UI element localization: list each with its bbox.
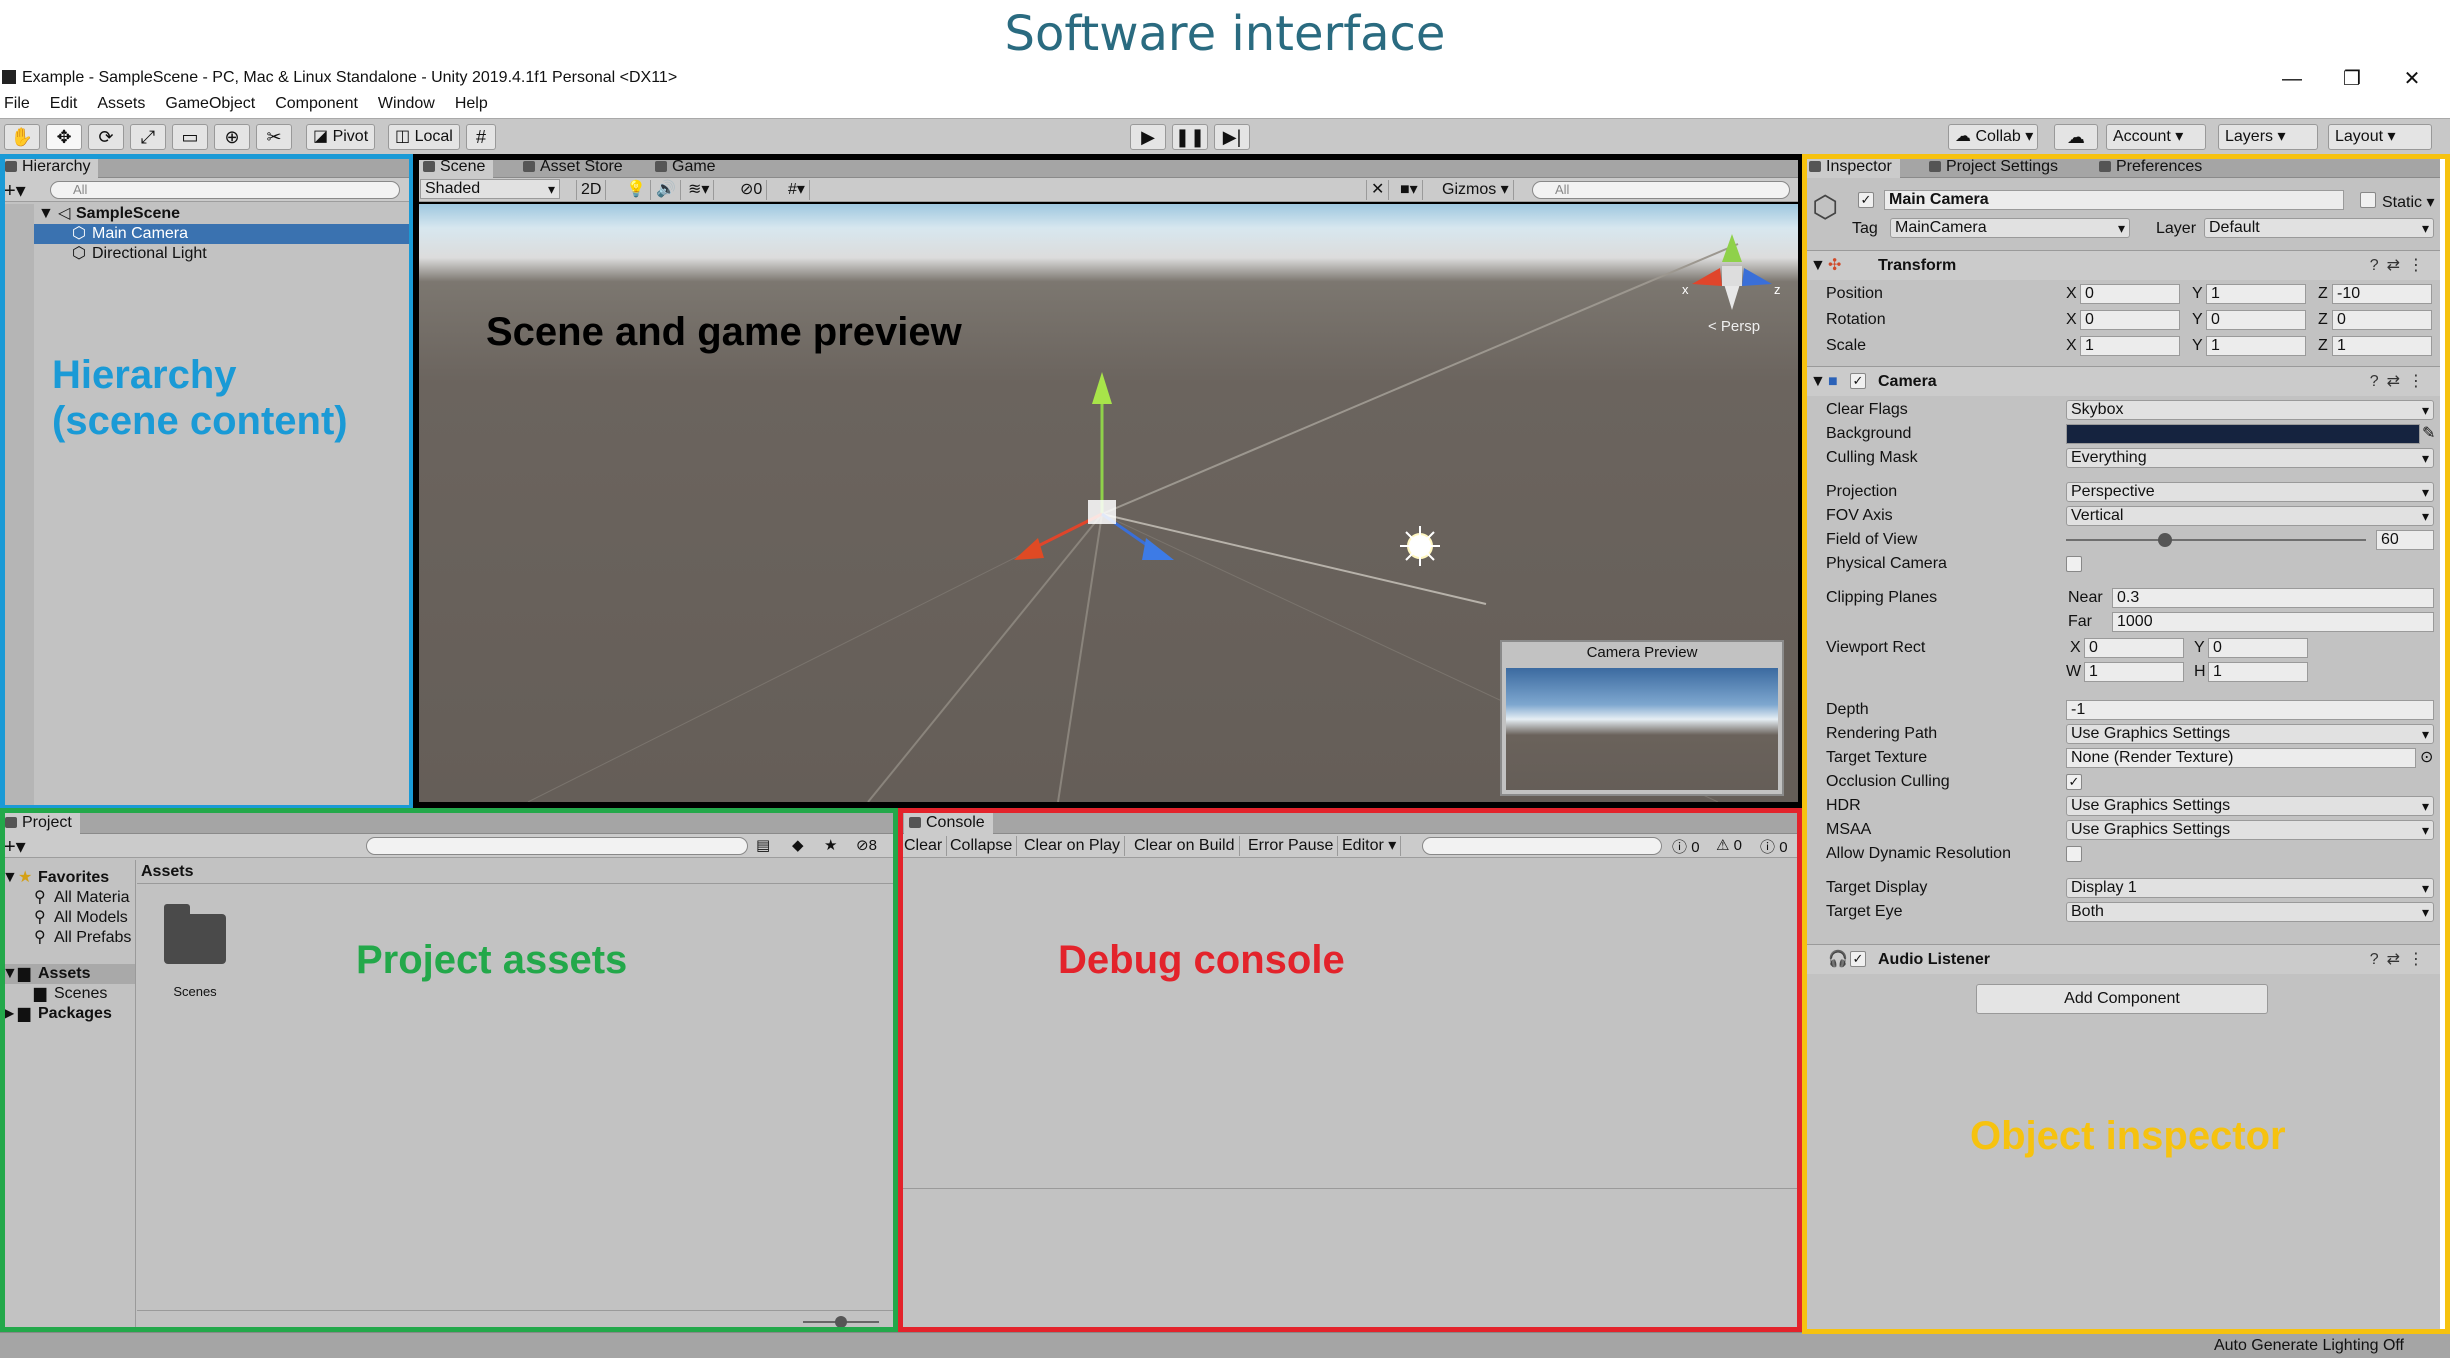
- pivot-label: Pivot: [332, 128, 369, 145]
- hierarchy-annotation: Hierarchy (scene content): [52, 353, 348, 443]
- unity-logo-icon: [2, 70, 16, 84]
- layout-dropdown[interactable]: Layout ▾: [2328, 124, 2432, 150]
- transform-tool-icon[interactable]: ⊕: [214, 124, 250, 150]
- menu-edit[interactable]: Edit: [46, 92, 84, 113]
- console-annotation: Debug console: [1058, 938, 1345, 982]
- figure-heading: Software interface: [1004, 6, 1446, 62]
- move-tool-icon[interactable]: ✥: [46, 124, 82, 150]
- menu-component[interactable]: Component: [271, 92, 364, 113]
- play-button[interactable]: ▶: [1130, 124, 1166, 150]
- window-titlebar: Example - SampleScene - PC, Mac & Linux …: [0, 66, 2450, 92]
- maximize-button[interactable]: ❐: [2322, 66, 2382, 92]
- close-button[interactable]: ✕: [2382, 66, 2442, 92]
- hand-tool-icon[interactable]: ✋: [4, 124, 40, 150]
- layers-label: Layers: [2225, 128, 2274, 145]
- main-toolbar: ✋ ✥ ⟳ ⤢ ▭ ⊕ ✂ ◪ Pivot ◫ Local # ▶ ❚❚ ▶| …: [0, 118, 2450, 156]
- hierarchy-outline: [0, 154, 414, 810]
- scene-outline: [413, 154, 1805, 810]
- account-dropdown[interactable]: Account ▾: [2106, 124, 2206, 150]
- rotate-tool-icon[interactable]: ⟳: [88, 124, 124, 150]
- console-outline: [898, 808, 1802, 1332]
- pivot-toggle[interactable]: ◪ Pivot: [306, 124, 376, 150]
- project-outline: [0, 808, 898, 1332]
- custom-tool-icon[interactable]: ✂: [256, 124, 292, 150]
- menu-gameobject[interactable]: GameObject: [161, 92, 261, 113]
- menu-help[interactable]: Help: [451, 92, 494, 113]
- menu-bar: File Edit Assets GameObject Component Window H…: [0, 92, 2450, 116]
- collab-button[interactable]: ☁ Collab ▾: [1948, 124, 2038, 150]
- project-annotation: Project assets: [356, 938, 628, 982]
- layers-dropdown[interactable]: Layers ▾: [2218, 124, 2318, 150]
- menu-assets[interactable]: Assets: [93, 92, 151, 113]
- pause-button[interactable]: ❚❚: [1172, 124, 1208, 150]
- scene-annotation: Scene and game preview: [486, 310, 962, 354]
- window-title: Example - SampleScene - PC, Mac & Linux …: [22, 69, 678, 86]
- scale-tool-icon[interactable]: ⤢: [130, 124, 166, 150]
- account-label: Account: [2113, 128, 2171, 145]
- minimize-button[interactable]: —: [2262, 66, 2322, 92]
- rect-tool-icon[interactable]: ▭: [172, 124, 208, 150]
- status-bar: Auto Generate Lighting Off: [0, 1332, 2450, 1358]
- cloud-icon[interactable]: ☁: [2054, 124, 2098, 150]
- menu-file[interactable]: File: [0, 92, 36, 113]
- local-toggle[interactable]: ◫ Local: [388, 124, 460, 150]
- local-label: Local: [414, 128, 453, 145]
- layout-label: Layout: [2335, 128, 2384, 145]
- inspector-annotation: Object inspector: [1970, 1114, 2286, 1158]
- grid-snap-icon[interactable]: #: [466, 124, 496, 150]
- menu-window[interactable]: Window: [374, 92, 441, 113]
- status-text[interactable]: Auto Generate Lighting Off: [2214, 1337, 2404, 1355]
- step-button[interactable]: ▶|: [1214, 124, 1250, 150]
- collab-label: Collab: [1975, 128, 2021, 145]
